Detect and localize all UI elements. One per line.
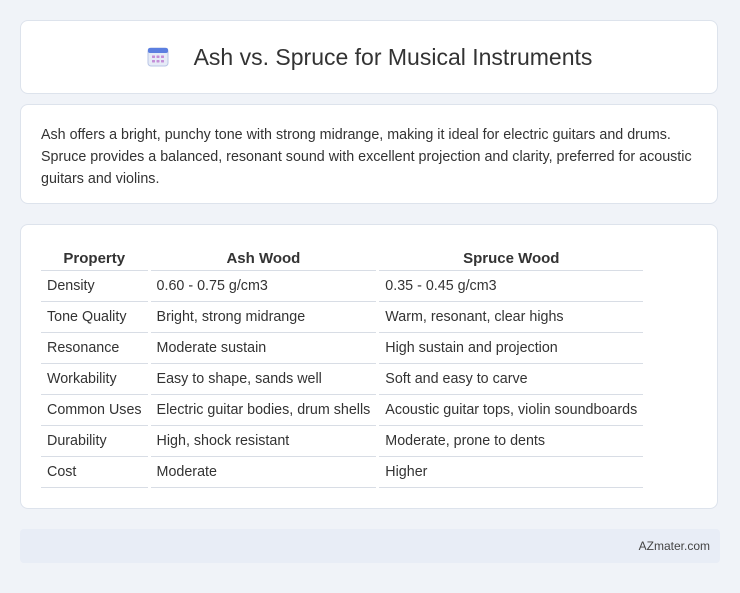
property-cell: Workability [41,364,148,395]
spruce-cell: Warm, resonant, clear highs [379,302,644,333]
calendar-icon [146,44,170,68]
spruce-cell: 0.35 - 0.45 g/cm3 [379,271,644,302]
ash-cell: Moderate [150,457,377,488]
spruce-cell: High sustain and projection [379,333,644,364]
property-cell: Tone Quality [41,302,148,333]
table-row: Density 0.60 - 0.75 g/cm3 0.35 - 0.45 g/… [41,271,644,302]
comparison-table: Property Ash Wood Spruce Wood Density 0.… [38,247,646,488]
title-card: Ash vs. Spruce for Musical Instruments [20,20,718,94]
column-header-spruce: Spruce Wood [379,247,644,271]
property-cell: Density [41,271,148,302]
ash-cell: Moderate sustain [150,333,377,364]
intro-text: Ash offers a bright, punchy tone with st… [41,127,692,187]
ash-cell: Easy to shape, sands well [150,364,377,395]
footer-brand[interactable]: AZmater.com [639,539,710,553]
ash-cell: Electric guitar bodies, drum shells [150,395,377,426]
spruce-cell: Soft and easy to carve [379,364,644,395]
property-cell: Cost [41,457,148,488]
page-title: Ash vs. Spruce for Musical Instruments [193,43,593,70]
intro-card: Ash offers a bright, punchy tone with st… [20,104,718,204]
property-cell: Durability [41,426,148,457]
ash-cell: Bright, strong midrange [150,302,377,333]
table-row: Durability High, shock resistant Moderat… [41,426,644,457]
table-row: Tone Quality Bright, strong midrange War… [41,302,644,333]
table-header-row: Property Ash Wood Spruce Wood [41,247,644,271]
ash-cell: 0.60 - 0.75 g/cm3 [150,271,377,302]
table-row: Resonance Moderate sustain High sustain … [41,333,644,364]
comparison-card: Property Ash Wood Spruce Wood Density 0.… [20,224,718,509]
spruce-cell: Moderate, prone to dents [379,426,644,457]
column-header-property: Property [41,247,148,271]
column-header-ash: Ash Wood [150,247,377,271]
table-row: Workability Easy to shape, sands well So… [41,364,644,395]
property-cell: Common Uses [41,395,148,426]
table-row: Common Uses Electric guitar bodies, drum… [41,395,644,426]
spruce-cell: Higher [379,457,644,488]
table-row: Cost Moderate Higher [41,457,644,488]
ash-cell: High, shock resistant [150,426,377,457]
spruce-cell: Acoustic guitar tops, violin soundboards [379,395,644,426]
property-cell: Resonance [41,333,148,364]
footer-bar: AZmater.com [20,529,720,563]
